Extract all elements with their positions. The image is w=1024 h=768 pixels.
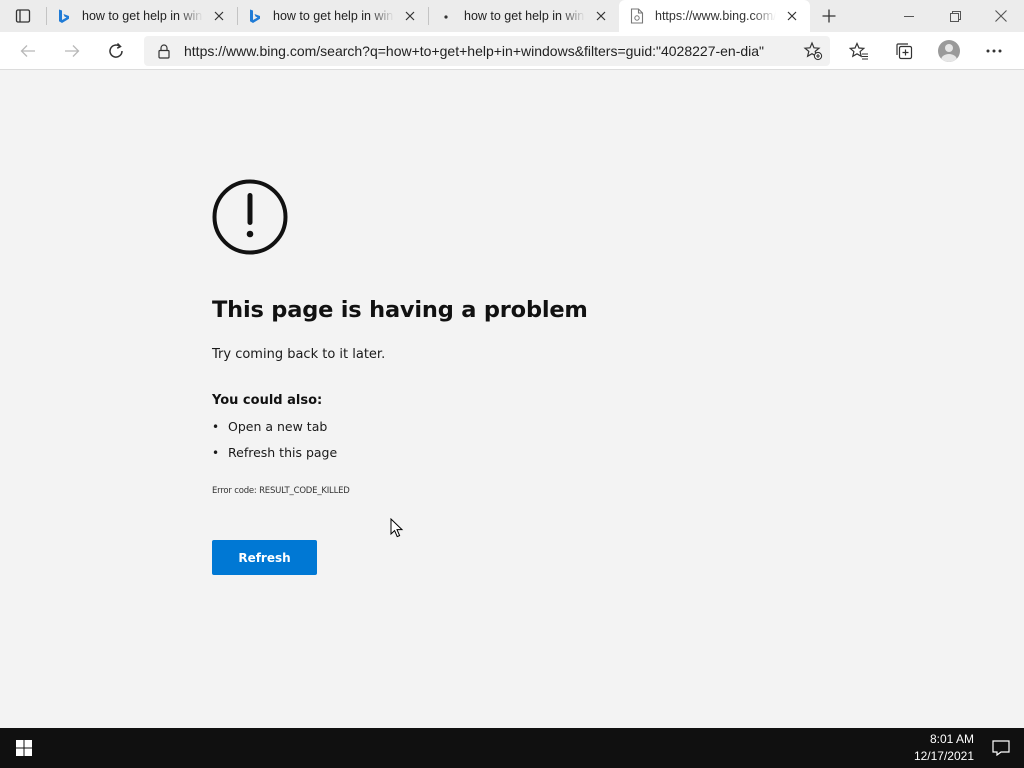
minimize-button[interactable] xyxy=(886,0,932,32)
more-options-icon xyxy=(986,49,1001,53)
window-controls xyxy=(886,0,1024,32)
favorites-icon xyxy=(848,42,868,60)
restore-icon xyxy=(949,10,961,22)
bing-icon xyxy=(56,8,72,24)
address-url[interactable]: https://www.bing.com/search?q=how+to+get… xyxy=(184,43,796,59)
tab-4-active[interactable]: https://www.bing.com/search xyxy=(619,0,810,32)
tab-title: how to get help in windows xyxy=(464,9,585,23)
error-code: Error code: RESULT_CODE_KILLED xyxy=(212,486,350,496)
refresh-button[interactable]: Refresh xyxy=(212,540,317,575)
lock-icon[interactable] xyxy=(144,43,184,59)
browser-toolbar: https://www.bing.com/search?q=how+to+get… xyxy=(0,32,1024,70)
action-center-button[interactable] xyxy=(978,728,1024,768)
windows-logo-icon xyxy=(16,740,32,756)
close-tab-icon[interactable] xyxy=(209,6,229,26)
back-button[interactable] xyxy=(6,33,50,69)
profile-button[interactable] xyxy=(926,33,971,69)
add-favorite-icon[interactable] xyxy=(796,41,830,61)
restore-button[interactable] xyxy=(932,0,978,32)
collections-icon xyxy=(895,43,912,60)
error-page: This page is having a problem Try coming… xyxy=(0,71,1024,728)
clock-time: 8:01 AM xyxy=(929,732,974,746)
settings-more-button[interactable] xyxy=(971,33,1016,69)
forward-button[interactable] xyxy=(50,33,94,69)
tab-title: https://www.bing.com/search xyxy=(655,9,776,23)
suggestions-list: Open a new tab Refresh this page xyxy=(212,419,337,471)
forward-arrow-icon xyxy=(65,44,80,57)
close-tab-icon[interactable] xyxy=(591,6,611,26)
favorites-button[interactable] xyxy=(836,33,881,69)
close-tab-icon[interactable] xyxy=(782,6,802,26)
tab-title: how to get help in windows xyxy=(273,9,394,23)
tab-1[interactable]: how to get help in windows xyxy=(46,0,237,32)
error-page-icon xyxy=(629,8,645,24)
close-window-button[interactable] xyxy=(978,0,1024,32)
suggestions-heading: You could also: xyxy=(212,393,323,408)
start-button[interactable] xyxy=(0,728,48,768)
avatar xyxy=(937,40,960,62)
tab-2[interactable]: how to get help in windows xyxy=(237,0,428,32)
tab-strip: how to get help in windows how to get he… xyxy=(0,0,1024,32)
mouse-cursor-icon xyxy=(390,518,404,538)
tab-actions-icon xyxy=(15,9,31,23)
close-tab-icon[interactable] xyxy=(400,6,420,26)
toolbar-right xyxy=(836,32,1016,70)
exclamation-circle-icon xyxy=(212,179,288,255)
close-icon xyxy=(995,10,1007,22)
list-item: Refresh this page xyxy=(212,445,337,471)
back-arrow-icon xyxy=(20,44,35,57)
tab-3[interactable]: how to get help in windows xyxy=(428,0,619,32)
list-item: Open a new tab xyxy=(212,419,337,445)
reload-icon xyxy=(109,42,123,58)
taskbar: 8:01 AM 12/17/2021 xyxy=(0,728,1024,768)
address-bar[interactable]: https://www.bing.com/search?q=how+to+get… xyxy=(144,36,830,66)
new-tab-button[interactable] xyxy=(812,0,846,32)
error-subtitle: Try coming back to it later. xyxy=(212,347,386,362)
page-title: This page is having a problem xyxy=(212,297,588,323)
taskbar-clock[interactable]: 8:01 AM 12/17/2021 xyxy=(894,731,974,765)
reload-button[interactable] xyxy=(94,33,138,69)
bing-icon xyxy=(247,8,263,24)
plus-icon xyxy=(822,9,836,23)
tab-actions-button[interactable] xyxy=(0,0,46,32)
collections-button[interactable] xyxy=(881,33,926,69)
notification-icon xyxy=(992,740,1010,756)
clock-date: 12/17/2021 xyxy=(913,749,974,763)
loading-dot-icon xyxy=(438,8,454,24)
tab-title: how to get help in windows xyxy=(82,9,203,23)
minimize-icon xyxy=(904,16,914,17)
